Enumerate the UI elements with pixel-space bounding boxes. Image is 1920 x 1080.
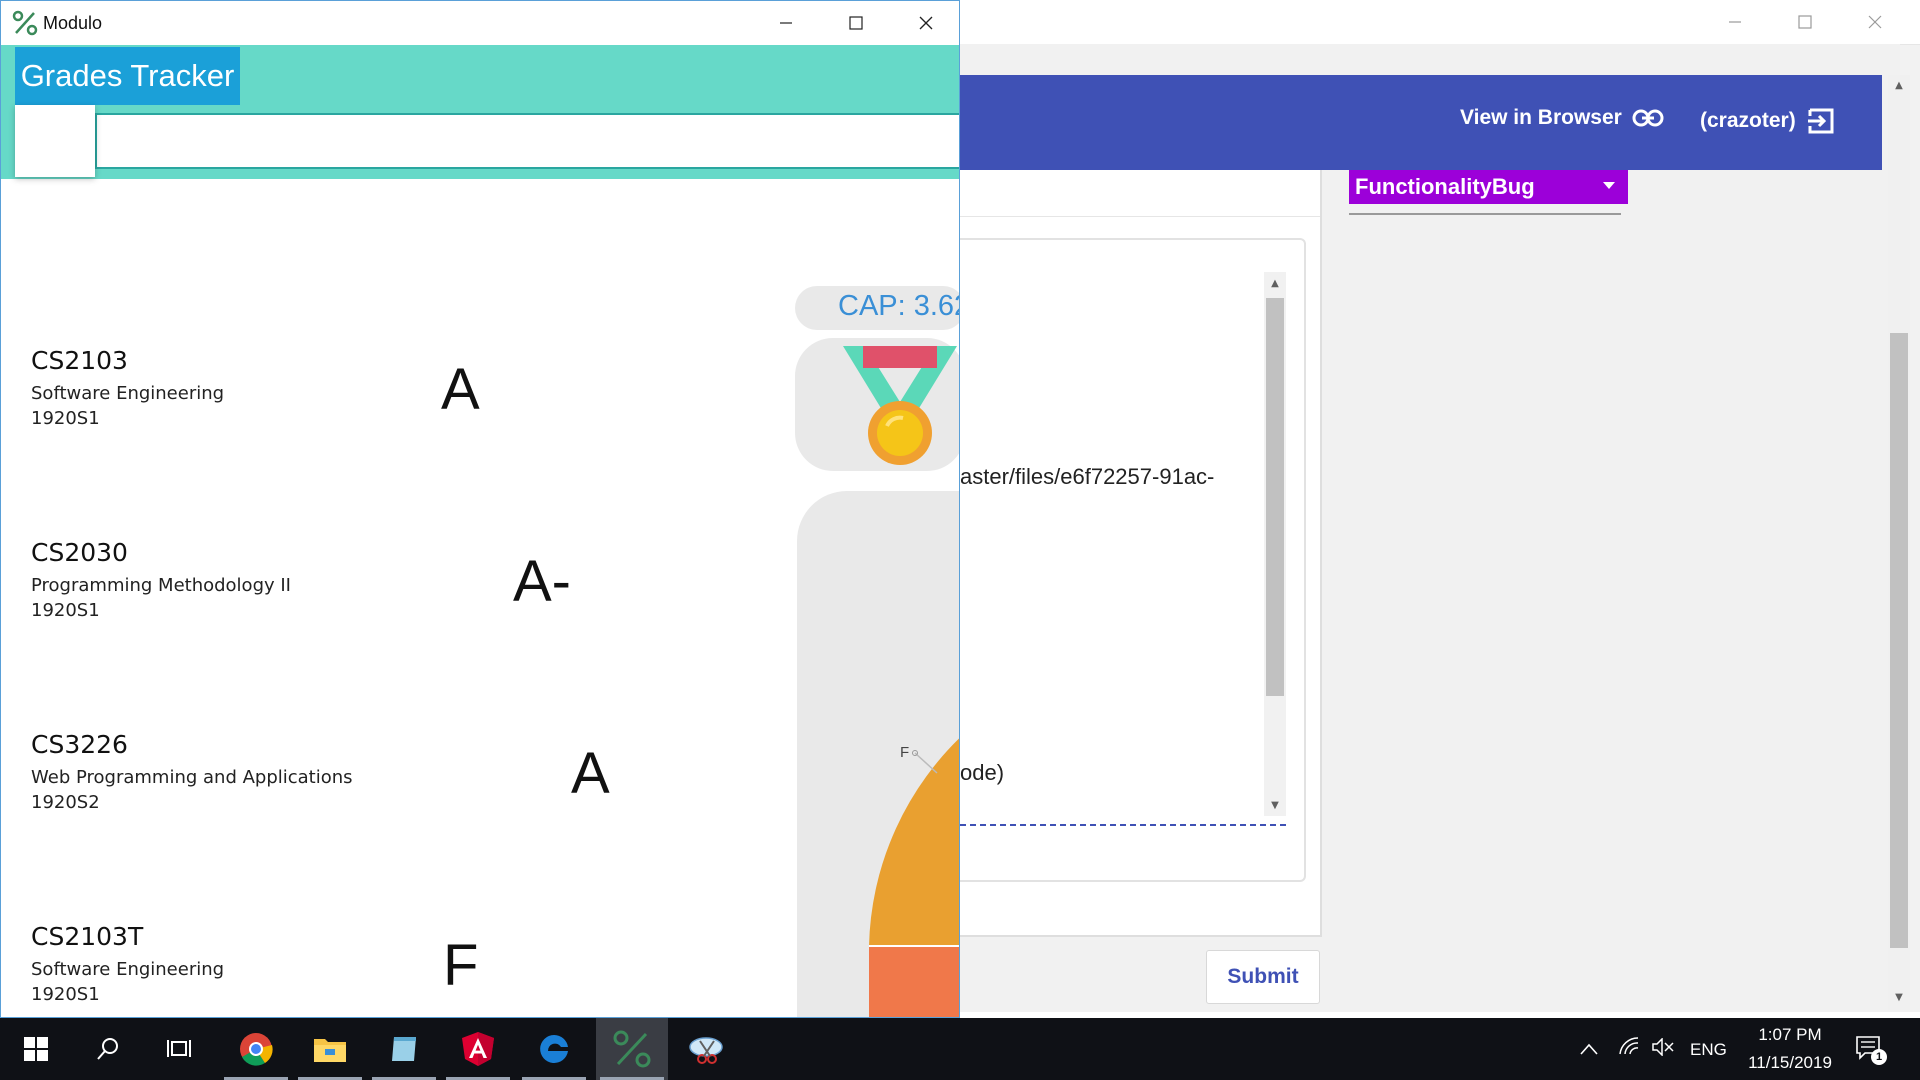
course-code: CS2030 (31, 538, 128, 567)
pie-slice (869, 946, 959, 1017)
course-item[interactable]: CS2103 Software Engineering 1920S1 (31, 346, 224, 429)
clock-date[interactable]: 11/15/2019 (1745, 1053, 1835, 1073)
scroll-down-icon[interactable]: ▼ (1264, 800, 1286, 811)
maximize-button[interactable] (821, 1, 891, 45)
search-button[interactable] (72, 1018, 144, 1080)
chevron-up-icon (1580, 1043, 1598, 1055)
folder-icon (314, 1039, 346, 1062)
view-in-browser-link[interactable]: View in Browser (1460, 106, 1664, 130)
input-language[interactable]: ENG (1690, 1040, 1727, 1060)
show-hidden-icons-button[interactable] (1580, 1040, 1598, 1059)
grade-pie-chart: F (869, 738, 959, 1017)
clock-time[interactable]: 1:07 PM (1755, 1025, 1825, 1045)
course-name: Web Programming and Applications (31, 767, 353, 788)
course-code: CS2103 (31, 346, 128, 375)
course-grade: A (571, 741, 610, 806)
window-title: Modulo (43, 13, 103, 33)
course-term: 1920S1 (31, 600, 100, 621)
link-icon (1632, 109, 1664, 127)
browser-close-button[interactable] (1840, 0, 1910, 44)
username-label: (crazoter) (1700, 109, 1796, 132)
textarea-text-line: aster/files/e6f72257-91ac- (960, 464, 1215, 489)
close-icon (1868, 15, 1882, 29)
volume-button[interactable] (1652, 1037, 1674, 1060)
scroll-up-icon[interactable]: ▲ (1264, 278, 1286, 289)
course-code: CS3226 (31, 730, 128, 759)
chevron-down-icon[interactable] (1603, 182, 1615, 189)
course-name: Software Engineering (31, 383, 225, 404)
modulo-window: Modulo Grades Tracker CS2103 Software En… (0, 0, 960, 1018)
textarea-text-line: ode) (960, 760, 1005, 785)
maximize-icon (1798, 15, 1812, 29)
maximize-icon (849, 16, 863, 30)
select-underline (1349, 213, 1621, 215)
taskbar-edge[interactable] (518, 1018, 590, 1080)
menu-button[interactable] (15, 105, 95, 177)
course-term: 1920S1 (31, 984, 100, 1005)
taskbar-snipping-tool[interactable] (670, 1018, 742, 1080)
taskbar-notepad[interactable] (368, 1018, 440, 1080)
task-view-icon (167, 1040, 191, 1057)
submit-button[interactable]: Submit (1206, 950, 1320, 1004)
browser-minimize-button[interactable] (1700, 0, 1770, 44)
percent-logo-icon (613, 1030, 651, 1068)
view-in-browser-label: View in Browser (1460, 106, 1622, 129)
minimize-button[interactable] (751, 1, 821, 45)
cap-value: CAP: 3.62 (838, 290, 960, 322)
logout-link[interactable]: (crazoter) (1700, 106, 1836, 136)
course-item[interactable]: CS2103T Software Engineering 1920S1 (31, 922, 224, 1005)
taskbar-modulo[interactable] (596, 1018, 668, 1080)
notepad-icon (392, 1037, 416, 1061)
course-grade: A (441, 357, 480, 422)
page-scroll-thumb[interactable] (1890, 333, 1908, 948)
start-button[interactable] (0, 1018, 72, 1080)
logout-icon (1807, 108, 1834, 134)
taskbar-file-explorer[interactable] (294, 1018, 366, 1080)
course-name: Software Engineering (31, 959, 225, 980)
course-term: 1920S1 (31, 408, 100, 429)
chrome-icon (240, 1033, 273, 1066)
medal-icon (843, 346, 957, 465)
scroll-down-icon[interactable]: ▼ (1888, 992, 1910, 1003)
search-input[interactable] (95, 113, 959, 169)
course-item[interactable]: CS2030 Programming Methodology II 1920S1 (31, 538, 291, 621)
notification-badge: 1 (1871, 1049, 1887, 1065)
percent-logo-icon (12, 10, 38, 36)
minimize-icon (1729, 21, 1741, 23)
course-name: Programming Methodology II (31, 575, 291, 596)
volume-muted-icon (1652, 1037, 1674, 1057)
browser-maximize-button[interactable] (1770, 0, 1840, 44)
search-icon (97, 1038, 118, 1060)
card-divider (960, 216, 1320, 217)
description-textarea[interactable] (960, 238, 1306, 882)
pie-label: F (900, 744, 909, 761)
course-item[interactable]: CS3226 Web Programming and Applications … (31, 730, 353, 813)
course-grade: A- (513, 549, 571, 614)
close-icon (919, 16, 933, 30)
task-view-button[interactable] (144, 1018, 216, 1080)
angular-icon (462, 1032, 494, 1066)
minimize-icon (780, 22, 792, 24)
taskbar-chrome[interactable] (220, 1018, 292, 1080)
pie-label-leader (914, 752, 938, 774)
textarea-focus-underline (960, 824, 1286, 826)
close-button[interactable] (891, 1, 959, 45)
medal-card (795, 338, 959, 471)
taskbar-angular[interactable] (442, 1018, 514, 1080)
wifi-icon (1619, 1037, 1639, 1055)
scissors-icon (689, 1037, 723, 1064)
edge-icon (540, 1034, 568, 1063)
course-code: CS2103T (31, 922, 144, 951)
action-center-button[interactable]: 1 (1855, 1034, 1887, 1068)
label-select[interactable]: FunctionalityBug (1349, 170, 1628, 204)
windows-icon (24, 1037, 48, 1061)
scroll-up-icon[interactable]: ▲ (1888, 80, 1910, 91)
course-term: 1920S2 (31, 792, 100, 813)
textarea-scroll-thumb[interactable] (1266, 298, 1284, 696)
course-grade: F (443, 933, 479, 998)
network-button[interactable] (1618, 1036, 1640, 1060)
app-title[interactable]: Grades Tracker (15, 47, 240, 105)
pie-slice (869, 738, 959, 946)
